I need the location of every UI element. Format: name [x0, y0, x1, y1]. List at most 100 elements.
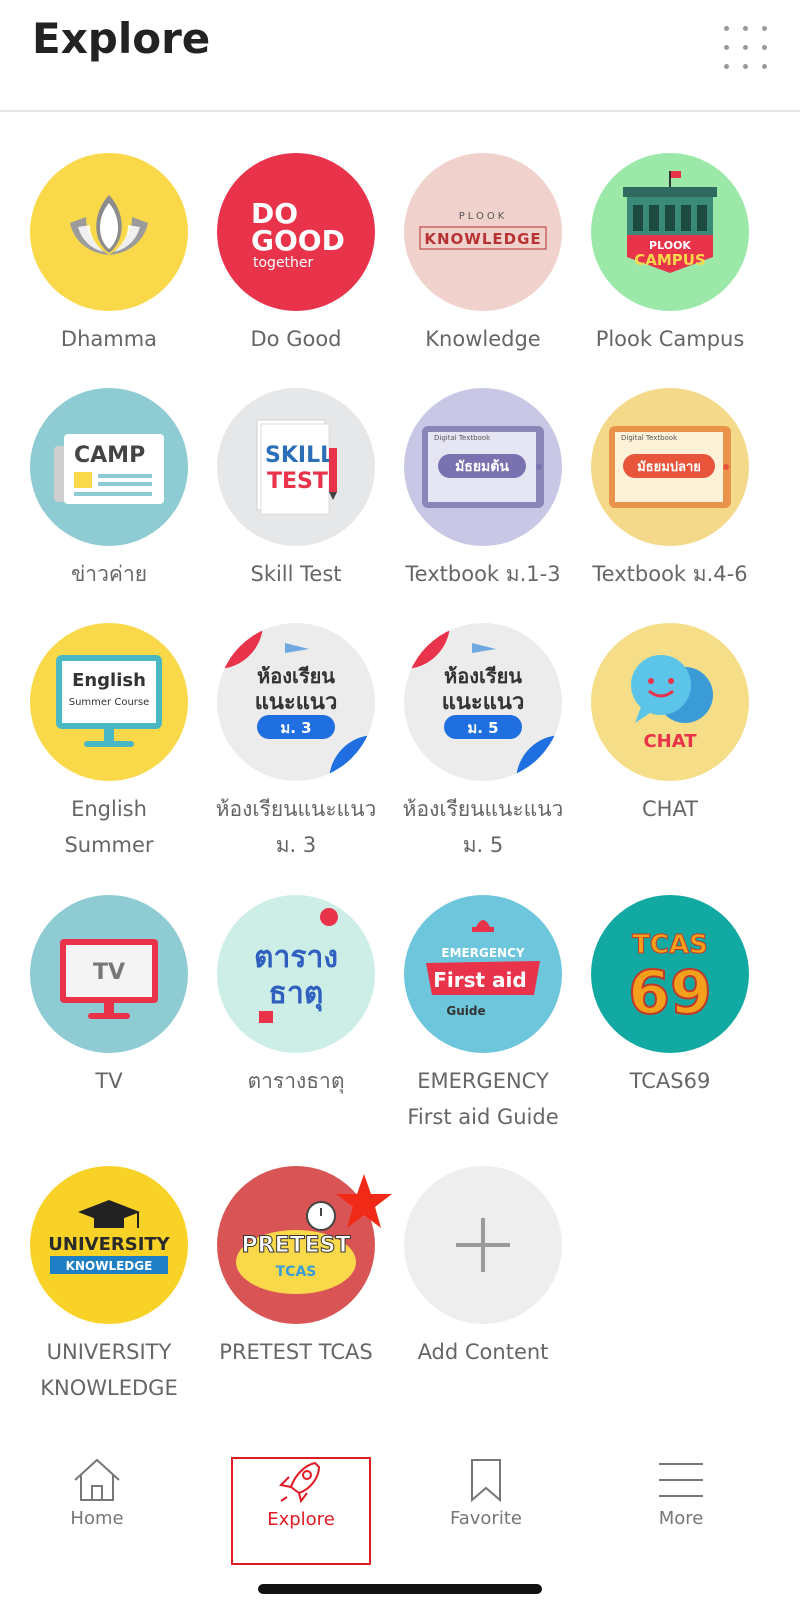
- tile-label: CHAT: [641, 797, 699, 821]
- skill-test-icon: SKILL TEST: [217, 388, 375, 546]
- digital-textbook-icon: Digital Textbook มัธยมปลาย: [591, 388, 749, 546]
- home-icon: [74, 1458, 120, 1501]
- tab-explore[interactable]: Explore: [231, 1457, 371, 1565]
- rocket-icon: [278, 1461, 321, 1503]
- camp-news-icon: CAMP: [30, 388, 188, 546]
- tile-label: ห้องเรียนแนะแนว ม. 3: [215, 797, 377, 857]
- plook-knowledge-logo: PLOOK KNOWLEDGE: [404, 153, 562, 311]
- hamburger-menu-icon: [659, 1463, 703, 1497]
- home-indicator: [258, 1584, 542, 1594]
- tile-tv[interactable]: TV TV: [14, 895, 204, 1099]
- lotus-icon: [30, 153, 188, 311]
- english-summer-icon: English Summer Course: [30, 623, 188, 781]
- tab-favorite[interactable]: Favorite: [416, 1458, 556, 1558]
- logo-text: KNOWLEDGE: [66, 1259, 153, 1273]
- plus-icon: [404, 1166, 562, 1324]
- tile-university-knowledge[interactable]: UNIVERSITY KNOWLEDGE UNIVERSITY KNOWLEDG…: [14, 1166, 204, 1406]
- logo-text: 69: [628, 958, 712, 1028]
- tile-label: EMERGENCY First aid Guide: [407, 1069, 559, 1129]
- tile-label: ข่าวค่าย: [70, 562, 148, 586]
- logo-text: แนะแนว: [442, 690, 525, 715]
- logo-text: ห้องเรียน: [257, 664, 335, 688]
- logo-text: SKILL: [265, 443, 334, 468]
- tile-label: Add Content: [417, 1340, 549, 1364]
- tile-camp-news[interactable]: CAMP ข่าวค่าย: [14, 388, 204, 592]
- tile-label: PRETEST TCAS: [219, 1340, 373, 1364]
- tab-label: Home: [70, 1508, 124, 1529]
- tile-knowledge[interactable]: PLOOK KNOWLEDGE Knowledge: [388, 153, 578, 357]
- tile-textbook-m4-6[interactable]: Digital Textbook มัธยมปลาย Textbook ม.4-…: [575, 388, 765, 592]
- star-icon: [336, 1174, 392, 1228]
- logo-text: มัธยมปลาย: [637, 460, 701, 475]
- logo-text: แนะแนว: [255, 690, 338, 715]
- logo-text: มัธยมต้น: [455, 459, 509, 475]
- periodic-table-icon: ตาราง ธาตุ: [217, 895, 375, 1053]
- logo-text: PRETEST: [242, 1233, 351, 1258]
- tile-label: Plook Campus: [595, 327, 745, 351]
- tile-chat[interactable]: CHAT CHAT: [575, 623, 765, 827]
- logo-text: Digital Textbook: [434, 434, 491, 442]
- logo-text: ธาตุ: [269, 976, 324, 1012]
- tile-label: TCAS69: [629, 1069, 711, 1093]
- tile-do-good[interactable]: DO GOOD together Do Good: [201, 153, 391, 357]
- tab-home[interactable]: Home: [27, 1458, 167, 1558]
- tile-label: Skill Test: [250, 562, 342, 586]
- tile-label: ห้องเรียนแนะแนว ม. 5: [402, 797, 564, 857]
- tv-icon: TV: [30, 895, 188, 1053]
- logo-text: TEST: [267, 469, 328, 494]
- tile-label: UNIVERSITY KNOWLEDGE: [40, 1340, 178, 1400]
- tile-label: Dhamma: [60, 327, 158, 351]
- logo-text: TV: [93, 960, 125, 985]
- logo-text: Summer Course: [69, 697, 150, 708]
- tile-label: TV: [95, 1069, 123, 1093]
- logo-text: ห้องเรียน: [444, 664, 522, 688]
- logo-text: EMERGENCY: [441, 946, 524, 960]
- logo-text: UNIVERSITY: [48, 1234, 170, 1255]
- logo-text: Digital Textbook: [621, 434, 678, 442]
- tile-label: Textbook ม.1-3: [405, 562, 561, 586]
- logo-text: PLOOK: [459, 211, 508, 222]
- tile-tcas69[interactable]: TCAS 69 TCAS69: [575, 895, 765, 1099]
- logo-text: CHAT: [643, 731, 697, 752]
- tile-english-summer[interactable]: English Summer Course English Summer: [14, 623, 204, 863]
- tile-dhamma[interactable]: Dhamma: [14, 153, 204, 357]
- tab-label: Favorite: [450, 1508, 522, 1529]
- logo-text: TCAS: [276, 1264, 317, 1280]
- tab-label: More: [658, 1508, 704, 1529]
- tile-periodic-table[interactable]: ตาราง ธาตุ ตารางธาตุ: [201, 895, 391, 1099]
- tile-label: ตารางธาตุ: [247, 1069, 345, 1093]
- tile-plook-campus[interactable]: PLOOK CAMPUS Plook Campus: [575, 153, 765, 357]
- logo-text: ตาราง: [254, 940, 338, 975]
- logo-text: CAMP: [74, 443, 145, 468]
- tile-add-content[interactable]: Add Content: [388, 1166, 578, 1370]
- grid-dots-icon[interactable]: [724, 26, 768, 70]
- tile-label: English Summer: [64, 797, 154, 857]
- logo-text: ม. 5: [467, 719, 498, 737]
- graduation-cap-icon: UNIVERSITY KNOWLEDGE: [30, 1166, 188, 1324]
- guidance-class-icon: ห้องเรียน แนะแนว ม. 3: [217, 623, 375, 781]
- tile-label: Knowledge: [425, 327, 541, 351]
- tile-label: Do Good: [250, 327, 342, 351]
- first-aid-icon: EMERGENCY First aid Guide: [404, 895, 562, 1053]
- tab-more[interactable]: More: [611, 1458, 751, 1558]
- bookmark-icon: [471, 1459, 501, 1502]
- page-title: Explore: [32, 14, 211, 63]
- header: Explore: [0, 0, 800, 112]
- logo-text: CAMPUS: [634, 251, 706, 269]
- tile-skill-test[interactable]: SKILL TEST Skill Test: [201, 388, 391, 592]
- logo-text: GOOD: [251, 224, 345, 257]
- plook-campus-logo: PLOOK CAMPUS: [591, 153, 749, 311]
- logo-text: Guide: [446, 1004, 485, 1018]
- logo-text: ม. 3: [280, 719, 311, 737]
- tile-guidance-m5[interactable]: ห้องเรียน แนะแนว ม. 5 ห้องเรียนแนะแนว ม.…: [388, 623, 578, 863]
- tab-label: Explore: [267, 1509, 335, 1530]
- do-good-logo: DO GOOD together: [217, 153, 375, 311]
- logo-text: TCAS: [632, 930, 708, 960]
- logo-text: English: [72, 670, 146, 691]
- digital-textbook-icon: Digital Textbook มัธยมต้น: [404, 388, 562, 546]
- tile-first-aid[interactable]: EMERGENCY First aid Guide EMERGENCY Firs…: [388, 895, 578, 1135]
- tile-label: Textbook ม.4-6: [592, 562, 748, 586]
- logo-text: together: [253, 255, 314, 271]
- tile-guidance-m3[interactable]: ห้องเรียน แนะแนว ม. 3 ห้องเรียนแนะแนว ม.…: [201, 623, 391, 863]
- tile-textbook-m1-3[interactable]: Digital Textbook มัธยมต้น Textbook ม.1-3: [388, 388, 578, 592]
